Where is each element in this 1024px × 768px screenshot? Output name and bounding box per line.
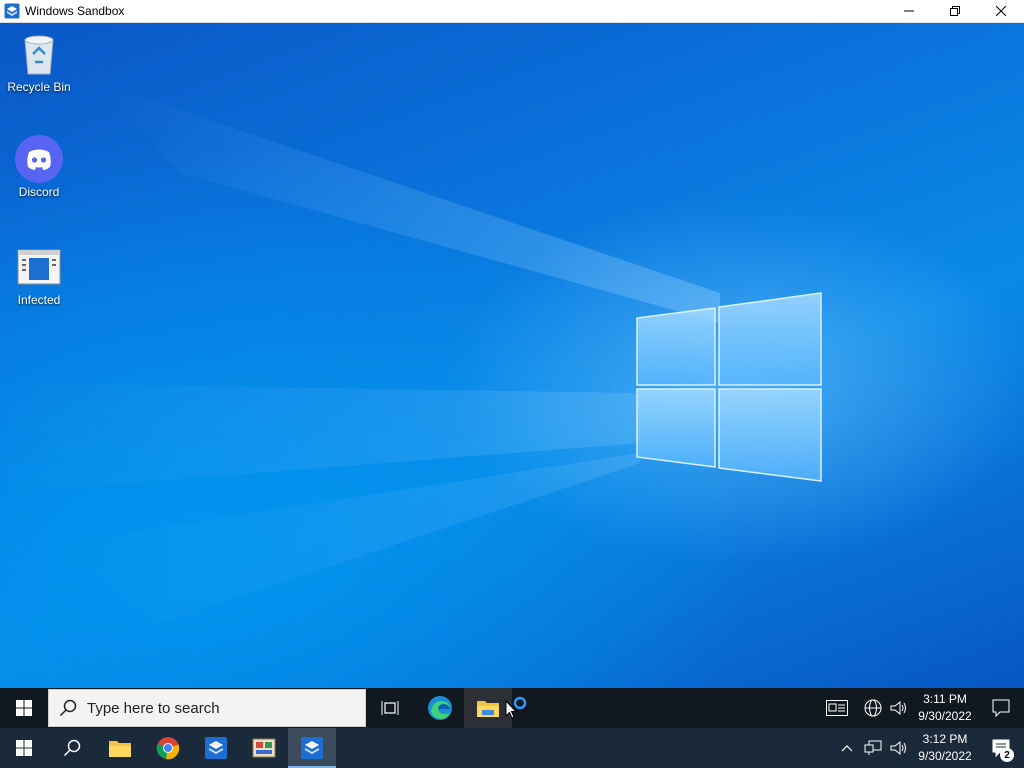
- speaker-icon: [890, 700, 906, 716]
- chrome-icon: [156, 737, 180, 760]
- system-tray: 3:11 PM 9/30/2022: [824, 688, 1024, 728]
- host-taskbar-file-explorer[interactable]: [96, 728, 144, 768]
- start-button[interactable]: [0, 688, 48, 728]
- host-taskbar-sandbox-app[interactable]: [192, 728, 240, 768]
- application-icon: [252, 738, 276, 758]
- globe-network-icon: [864, 699, 882, 717]
- minimize-button[interactable]: [886, 0, 932, 23]
- host-taskbar-chrome[interactable]: [144, 728, 192, 768]
- sandbox-app-icon: [4, 3, 20, 19]
- host-action-center-button[interactable]: 2: [978, 728, 1024, 768]
- search-icon: [59, 699, 77, 717]
- host-search-button[interactable]: [48, 728, 96, 768]
- host-taskbar: 3:12 PM 9/30/2022 2: [0, 728, 1024, 768]
- windows-start-icon: [16, 700, 32, 716]
- notification-count-badge: 2: [1000, 748, 1014, 762]
- clock-date: 9/30/2022: [918, 709, 972, 723]
- sandbox-app-icon: [301, 737, 323, 759]
- desktop-icon-label: Infected: [17, 293, 61, 307]
- chevron-up-icon: [841, 745, 853, 752]
- ethernet-network-icon: [864, 740, 882, 755]
- desktop-icon-label: Discord: [18, 185, 60, 199]
- host-system-tray: 3:12 PM 9/30/2022 2: [834, 728, 1024, 768]
- host-volume-button[interactable]: [886, 728, 912, 768]
- volume-button[interactable]: [886, 688, 912, 728]
- desktop-icon-discord[interactable]: Discord: [1, 135, 77, 199]
- folder-icon: [477, 701, 499, 717]
- close-button[interactable]: [978, 0, 1024, 23]
- sandbox-desktop[interactable]: Recycle Bin Discord Infected: [0, 23, 1024, 688]
- close-icon: [996, 6, 1006, 16]
- taskbar-edge[interactable]: [416, 688, 464, 728]
- taskbar-clock[interactable]: 3:11 PM 9/30/2022: [912, 691, 978, 725]
- restore-button[interactable]: [932, 0, 978, 23]
- host-start-button[interactable]: [0, 728, 48, 768]
- action-center-button[interactable]: [978, 688, 1024, 728]
- clock-time: 3:12 PM: [922, 732, 968, 746]
- application-icon: [17, 249, 61, 285]
- clock-time: 3:11 PM: [923, 692, 967, 706]
- windows-logo-wallpaper: [636, 292, 822, 482]
- sandbox-app-icon: [205, 737, 227, 759]
- speaker-icon: [890, 740, 906, 756]
- desktop-icon-label: Recycle Bin: [7, 80, 71, 94]
- notification-icon: [992, 699, 1010, 717]
- host-taskbar-app[interactable]: [240, 728, 288, 768]
- folder-icon: [109, 741, 131, 757]
- restore-icon: [950, 6, 960, 16]
- task-view-button[interactable]: [366, 688, 414, 728]
- news-widget[interactable]: [824, 688, 850, 728]
- discord-icon: [15, 135, 63, 183]
- mouse-cursor-icon: [505, 700, 517, 719]
- host-taskbar-sandbox-running[interactable]: [288, 728, 336, 768]
- show-hidden-icons-button[interactable]: [834, 728, 860, 768]
- clock-date: 9/30/2022: [918, 749, 972, 763]
- edge-browser-icon: [428, 696, 452, 720]
- windows-start-icon: [16, 740, 32, 756]
- minimize-icon: [904, 10, 914, 12]
- desktop-icon-infected[interactable]: Infected: [1, 243, 77, 307]
- search-input[interactable]: Type here to search: [48, 689, 366, 727]
- network-button[interactable]: [860, 688, 886, 728]
- recycle-bin-icon: [24, 35, 54, 75]
- search-placeholder: Type here to search: [87, 699, 220, 717]
- news-icon: [826, 700, 848, 716]
- window-titlebar[interactable]: Windows Sandbox: [0, 0, 1024, 23]
- search-icon: [63, 739, 81, 757]
- host-network-button[interactable]: [860, 728, 886, 768]
- host-taskbar-clock[interactable]: 3:12 PM 9/30/2022: [912, 731, 978, 765]
- desktop-icon-recycle-bin[interactable]: Recycle Bin: [1, 30, 77, 94]
- task-view-icon: [381, 701, 399, 715]
- window-title: Windows Sandbox: [25, 4, 125, 18]
- wallpaper-light-beams: [0, 83, 720, 623]
